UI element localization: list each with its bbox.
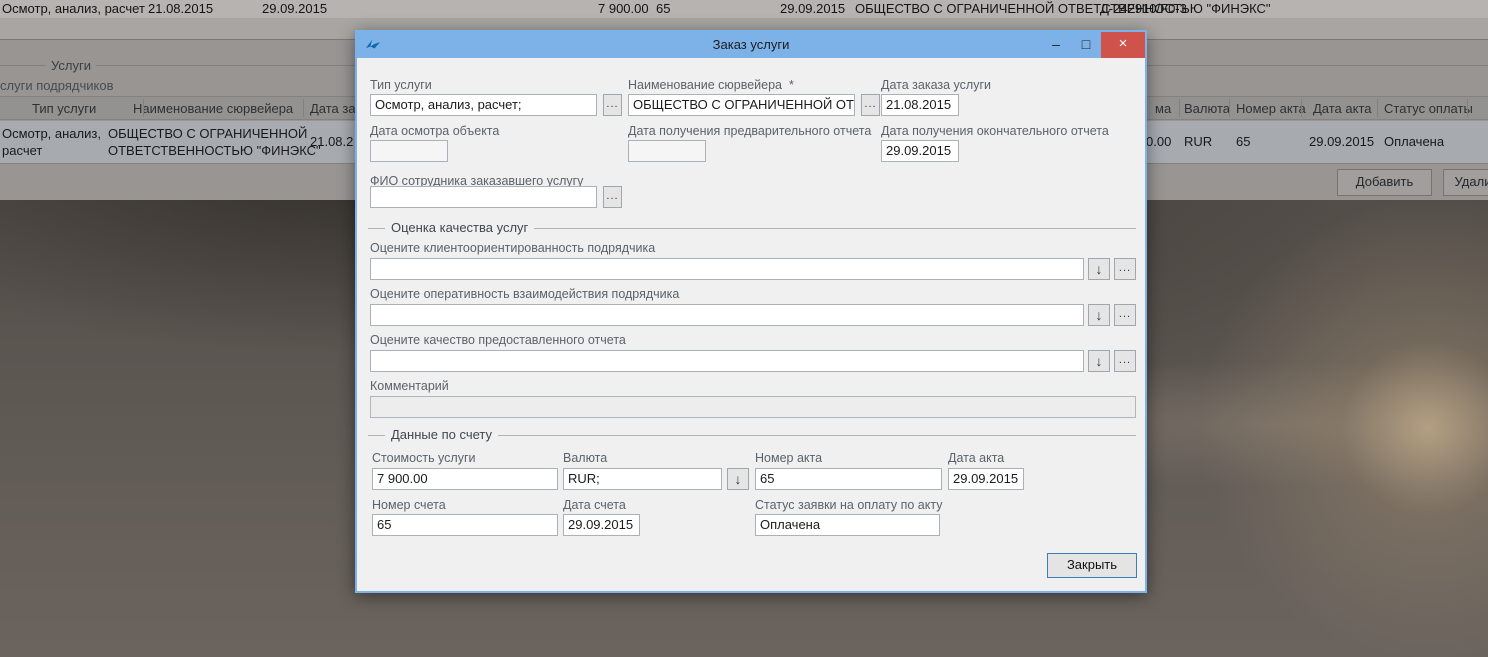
report-quality-dropdown-icon[interactable]: ↓ bbox=[1088, 350, 1110, 372]
payment-status-label: Статус заявки на оплату по акту bbox=[755, 498, 942, 512]
dialog-titlebar[interactable]: Заказ услуги – □ × bbox=[357, 32, 1145, 58]
client-orientation-field[interactable] bbox=[370, 258, 1084, 280]
invoice-number-label: Номер счета bbox=[372, 498, 446, 512]
client-orientation-lookup-button[interactable]: ... bbox=[1114, 258, 1136, 280]
table-cell: Д-242910/F0-3 bbox=[1100, 1, 1187, 16]
column-separator bbox=[1229, 99, 1230, 117]
delete-button[interactable]: Удали bbox=[1443, 169, 1488, 196]
employee-name-field[interactable] bbox=[370, 186, 597, 208]
contractor-services-label: слуги подрядчиков bbox=[0, 78, 113, 93]
comment-field[interactable] bbox=[370, 396, 1136, 418]
column-separator bbox=[1467, 99, 1468, 117]
cell-payment-status: Оплачена bbox=[1384, 134, 1444, 149]
quality-groupbox-legend: Оценка качества услуг bbox=[385, 220, 534, 235]
prelim-report-date-label: Дата получения предварительного отчета bbox=[628, 124, 871, 138]
table-cell: 29.09.2015 bbox=[262, 1, 327, 16]
prelim-report-date-field[interactable] bbox=[628, 140, 706, 162]
column-separator bbox=[1179, 99, 1180, 117]
column-header-act-date: Дата акта bbox=[1313, 101, 1372, 116]
surveyor-name-field[interactable]: ОБЩЕСТВО С ОГРАНИЧЕННОЙ ОТВЕТС bbox=[628, 94, 855, 116]
column-header-order-date: Дата за bbox=[310, 101, 356, 116]
service-order-dialog: Заказ услуги – □ × Тип услуги Осмотр, ан… bbox=[355, 30, 1147, 593]
column-separator bbox=[303, 99, 304, 117]
cell-surveyor: ОБЩЕСТВО С ОГРАНИЧЕННОЙ ОТВЕТСТВЕННОСТЬЮ… bbox=[108, 125, 321, 159]
final-report-date-field[interactable]: 29.09.2015 bbox=[881, 140, 959, 162]
surveyor-name-label: Наименование сюрвейера * bbox=[628, 78, 794, 92]
cell-act-date: 29.09.2015 bbox=[1309, 134, 1374, 149]
table-cell: 21.08.2015 bbox=[148, 1, 213, 16]
column-header-amount: ма bbox=[1155, 101, 1171, 116]
service-type-lookup-button[interactable]: ... bbox=[603, 94, 622, 116]
currency-field[interactable]: RUR; bbox=[563, 468, 722, 490]
cell-service-type: Осмотр, анализ, расчет bbox=[2, 125, 101, 159]
inspection-date-field[interactable] bbox=[370, 140, 448, 162]
column-separator bbox=[1301, 99, 1302, 117]
table-cell: 29.09.2015 bbox=[780, 1, 845, 16]
report-quality-field[interactable] bbox=[370, 350, 1084, 372]
column-header-surveyor: Наименование сюрвейера bbox=[133, 101, 293, 116]
act-number-field[interactable]: 65 bbox=[755, 468, 942, 490]
table-cell: 7 900.00 bbox=[598, 1, 649, 16]
client-orientation-dropdown-icon[interactable]: ↓ bbox=[1088, 258, 1110, 280]
responsiveness-field[interactable] bbox=[370, 304, 1084, 326]
dialog-title: Заказ услуги bbox=[357, 32, 1145, 58]
inspection-date-label: Дата осмотра объекта bbox=[370, 124, 499, 138]
cell-amount: 0.00 bbox=[1146, 134, 1171, 149]
service-type-field[interactable]: Осмотр, анализ, расчет; bbox=[370, 94, 597, 116]
cell-order-date: 21.08.2 bbox=[310, 134, 353, 149]
close-window-button-icon[interactable]: × bbox=[1101, 32, 1145, 58]
minimize-button-icon[interactable]: – bbox=[1041, 32, 1071, 58]
table-cell: Осмотр, анализ, расчет bbox=[2, 1, 145, 16]
comment-label: Комментарий bbox=[370, 379, 449, 393]
invoice-number-field[interactable]: 65 bbox=[372, 514, 558, 536]
payment-status-field[interactable]: Оплачена bbox=[755, 514, 940, 536]
currency-dropdown-icon[interactable]: ↓ bbox=[727, 468, 749, 490]
cost-label: Стоимость услуги bbox=[372, 451, 476, 465]
cell-act-number: 65 bbox=[1236, 134, 1250, 149]
final-report-date-label: Дата получения окончательного отчета bbox=[881, 124, 1109, 138]
add-button[interactable]: Добавить bbox=[1337, 169, 1432, 196]
currency-label: Валюта bbox=[563, 451, 607, 465]
required-asterisk: * bbox=[789, 78, 794, 92]
cost-field[interactable]: 7 900.00 bbox=[372, 468, 558, 490]
column-separator bbox=[143, 99, 144, 117]
responsiveness-dropdown-icon[interactable]: ↓ bbox=[1088, 304, 1110, 326]
surveyor-name-label-text: Наименование сюрвейера bbox=[628, 78, 782, 92]
surveyor-lookup-button[interactable]: ... bbox=[861, 94, 880, 116]
act-date-label: Дата акта bbox=[948, 451, 1004, 465]
column-header-act-number: Номер акта bbox=[1236, 101, 1306, 116]
column-header-payment-status: Статус оплаты bbox=[1384, 101, 1473, 116]
order-date-field[interactable]: 21.08.2015 bbox=[881, 94, 959, 116]
responsiveness-lookup-button[interactable]: ... bbox=[1114, 304, 1136, 326]
window-controls: – □ × bbox=[1041, 32, 1145, 58]
maximize-button-icon[interactable]: □ bbox=[1071, 32, 1101, 58]
act-date-field[interactable]: 29.09.2015 bbox=[948, 468, 1024, 490]
invoice-groupbox-legend: Данные по счету bbox=[385, 427, 498, 442]
background-grid-row-strip: Осмотр, анализ, расчет 21.08.2015 29.09.… bbox=[0, 0, 1488, 18]
act-number-label: Номер акта bbox=[755, 451, 822, 465]
column-header-currency: Валюта bbox=[1184, 101, 1230, 116]
groupbox-legend: Услуги bbox=[46, 58, 96, 73]
close-dialog-button[interactable]: Закрыть bbox=[1047, 553, 1137, 578]
invoice-date-label: Дата счета bbox=[563, 498, 626, 512]
column-header-service-type: Тип услуги bbox=[32, 101, 96, 116]
table-cell: 65 bbox=[656, 1, 670, 16]
service-type-label: Тип услуги bbox=[370, 78, 432, 92]
client-orientation-label: Оцените клиентоориентированность подрядч… bbox=[370, 241, 655, 255]
employee-lookup-button[interactable]: ... bbox=[603, 186, 622, 208]
report-quality-label: Оцените качество предоставленного отчета bbox=[370, 333, 626, 347]
invoice-date-field[interactable]: 29.09.2015 bbox=[563, 514, 640, 536]
cell-currency: RUR bbox=[1184, 134, 1212, 149]
report-quality-lookup-button[interactable]: ... bbox=[1114, 350, 1136, 372]
screen: { "colors": { "titlebar_blue": "#7cb2e8"… bbox=[0, 0, 1488, 657]
column-separator bbox=[1377, 99, 1378, 117]
table-cell: ОБЩЕСТВО С ОГРАНИЧЕННОЙ ОТВЕТСТВЕННОСТЬЮ… bbox=[855, 1, 1271, 16]
responsiveness-label: Оцените оперативность взаимодействия под… bbox=[370, 287, 679, 301]
order-date-label: Дата заказа услуги bbox=[881, 78, 991, 92]
